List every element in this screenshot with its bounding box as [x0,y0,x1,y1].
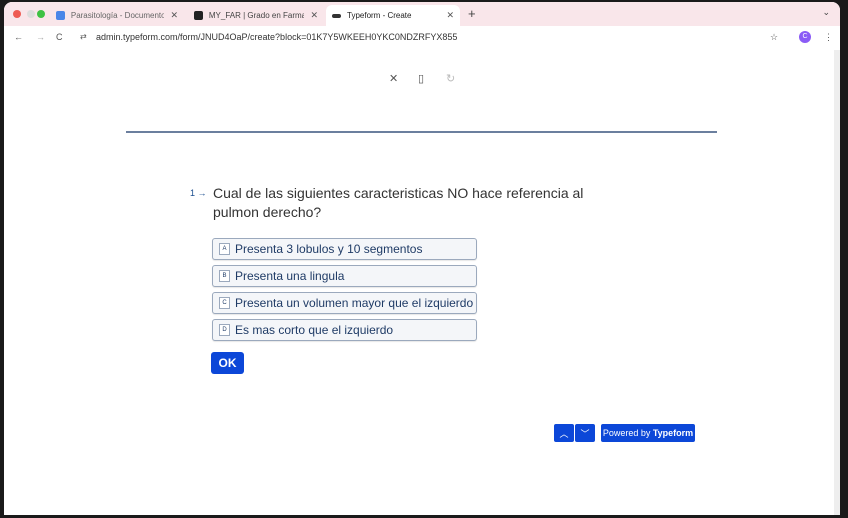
minimize-window-button[interactable] [27,10,35,18]
back-button[interactable]: ← [14,32,23,42]
forward-button[interactable]: → [36,32,45,42]
ok-button[interactable]: OK [211,352,244,374]
bookmark-star-icon[interactable]: ☆ [770,32,778,43]
close-window-button[interactable] [13,10,21,18]
menu-icon[interactable]: ⋮ [824,32,833,43]
option-b[interactable]: B Presenta una lingula [212,265,477,287]
question-text: Cual de las siguientes caracteristicas N… [213,185,584,220]
browser-window: Parasitología - Documentos ✕ MY_FAR | Gra… [4,2,840,515]
maximize-window-button[interactable] [37,10,45,18]
close-tab-icon[interactable]: ✕ [170,10,178,21]
form-preview: ✕ ▯ ↻ 1 → Cual de las siguientes caracte… [4,50,834,515]
site-settings-icon[interactable]: ⇄ [80,32,87,41]
address-bar: ← → C ⇄ admin.typeform.com/form/JNUD4OaP… [4,26,840,50]
mobile-icon[interactable]: ▯ [418,72,424,85]
powered-by-typeform-link[interactable]: Powered by Typeform [601,424,695,442]
tab-parasitologia[interactable]: Parasitología - Documentos ✕ [50,5,184,26]
tab-my-far[interactable]: MY_FAR | Grado en Farmacia✕ [188,5,324,26]
option-c[interactable]: C Presenta un volumen mayor que el izquie… [212,292,477,314]
close-icon[interactable]: ✕ [389,72,398,85]
progress-divider [126,131,717,133]
avatar[interactable]: C [799,31,811,43]
url-input[interactable]: admin.typeform.com/form/JNUD4OaP/create?… [96,32,457,42]
close-tab-icon[interactable]: ✕ [310,10,318,21]
question: 1 → Cual de las siguientes caracteristic… [190,184,622,222]
next-button[interactable]: ﹀ [575,424,595,442]
question-number: 1 → [190,188,207,198]
reload-button[interactable]: C [56,32,63,42]
refresh-icon[interactable]: ↻ [446,72,455,85]
tab-bar: Parasitología - Documentos ✕ MY_FAR | Gra… [4,2,840,26]
tab-typeform[interactable]: Typeform - Create ✕ [326,5,460,26]
site-icon [194,11,203,20]
option-d[interactable]: D Es mas corto que el izquierdo [212,319,477,341]
tab-search-chevron-icon[interactable]: ⌄ [822,7,830,18]
close-tab-icon[interactable]: ✕ [446,10,454,21]
option-a[interactable]: A Presenta 3 lobulos y 10 segmentos [212,238,477,260]
new-tab-button[interactable]: + [468,6,476,21]
docs-icon [56,11,65,20]
scrollbar[interactable] [834,50,840,515]
typeform-icon [332,13,341,18]
previous-button[interactable]: ︿ [554,424,574,442]
